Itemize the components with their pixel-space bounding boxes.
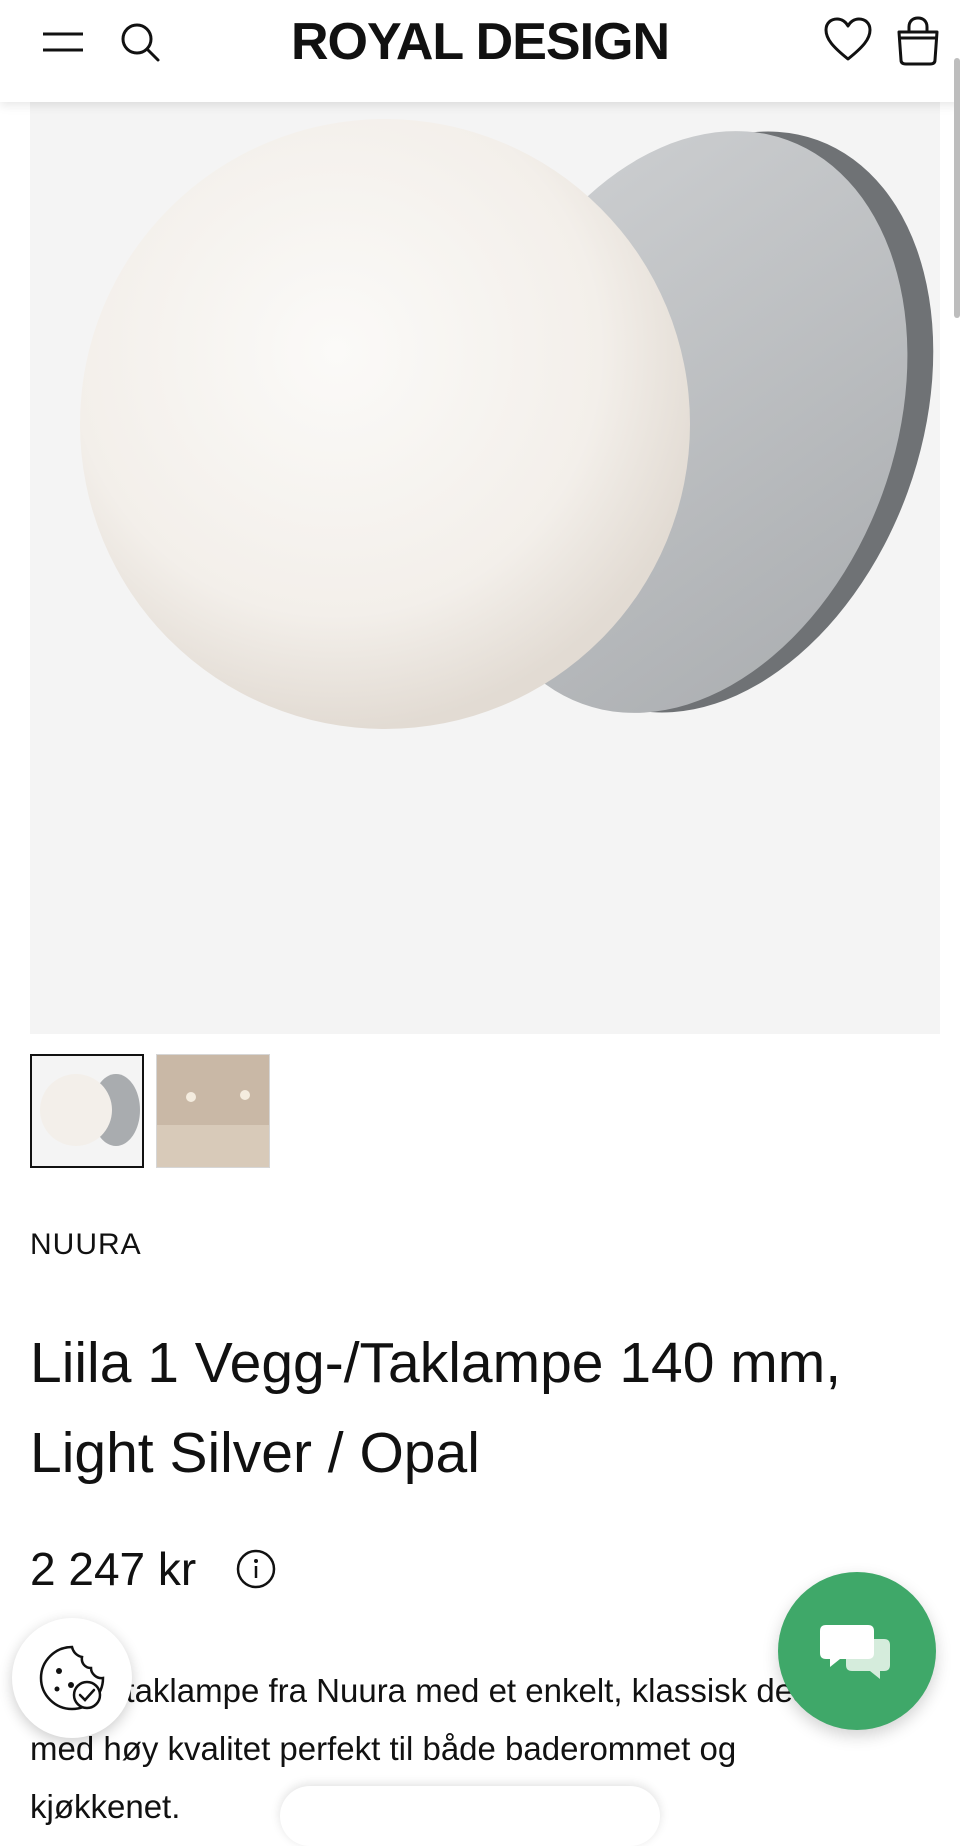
- wishlist-button[interactable]: [818, 12, 878, 68]
- scrollbar[interactable]: [954, 58, 960, 318]
- thumbnail-2[interactable]: [156, 1054, 270, 1168]
- product-brand[interactable]: NUURA: [30, 1228, 142, 1262]
- chat-button[interactable]: [778, 1572, 936, 1730]
- info-icon[interactable]: [236, 1549, 276, 1589]
- thumbnail-room-image: [157, 1055, 269, 1167]
- site-header: ROYAL DESIGN: [0, 0, 960, 102]
- heart-icon: [824, 17, 872, 61]
- price-row: 2 247 kr: [30, 1542, 276, 1596]
- product-title: Liila 1 Vegg-/Taklampe 140 mm, Light Sil…: [30, 1331, 842, 1485]
- thumbnail-1[interactable]: [30, 1054, 144, 1168]
- thumbnail-lamp-image: [32, 1056, 142, 1166]
- cart-button[interactable]: [888, 12, 948, 70]
- product-main-image[interactable]: [30, 102, 940, 1034]
- site-logo[interactable]: ROYAL DESIGN: [0, 12, 960, 72]
- thumbnail-gallery: [30, 1054, 270, 1168]
- lamp-illustration: [80, 119, 934, 729]
- cookie-settings-button[interactable]: [12, 1618, 132, 1738]
- product-price: 2 247 kr: [30, 1543, 197, 1595]
- chat-bubbles-icon: [820, 1625, 890, 1679]
- bottom-floating-bar[interactable]: [280, 1786, 660, 1846]
- shopping-bag-icon: [897, 16, 939, 66]
- cookie-icon: [39, 1645, 105, 1711]
